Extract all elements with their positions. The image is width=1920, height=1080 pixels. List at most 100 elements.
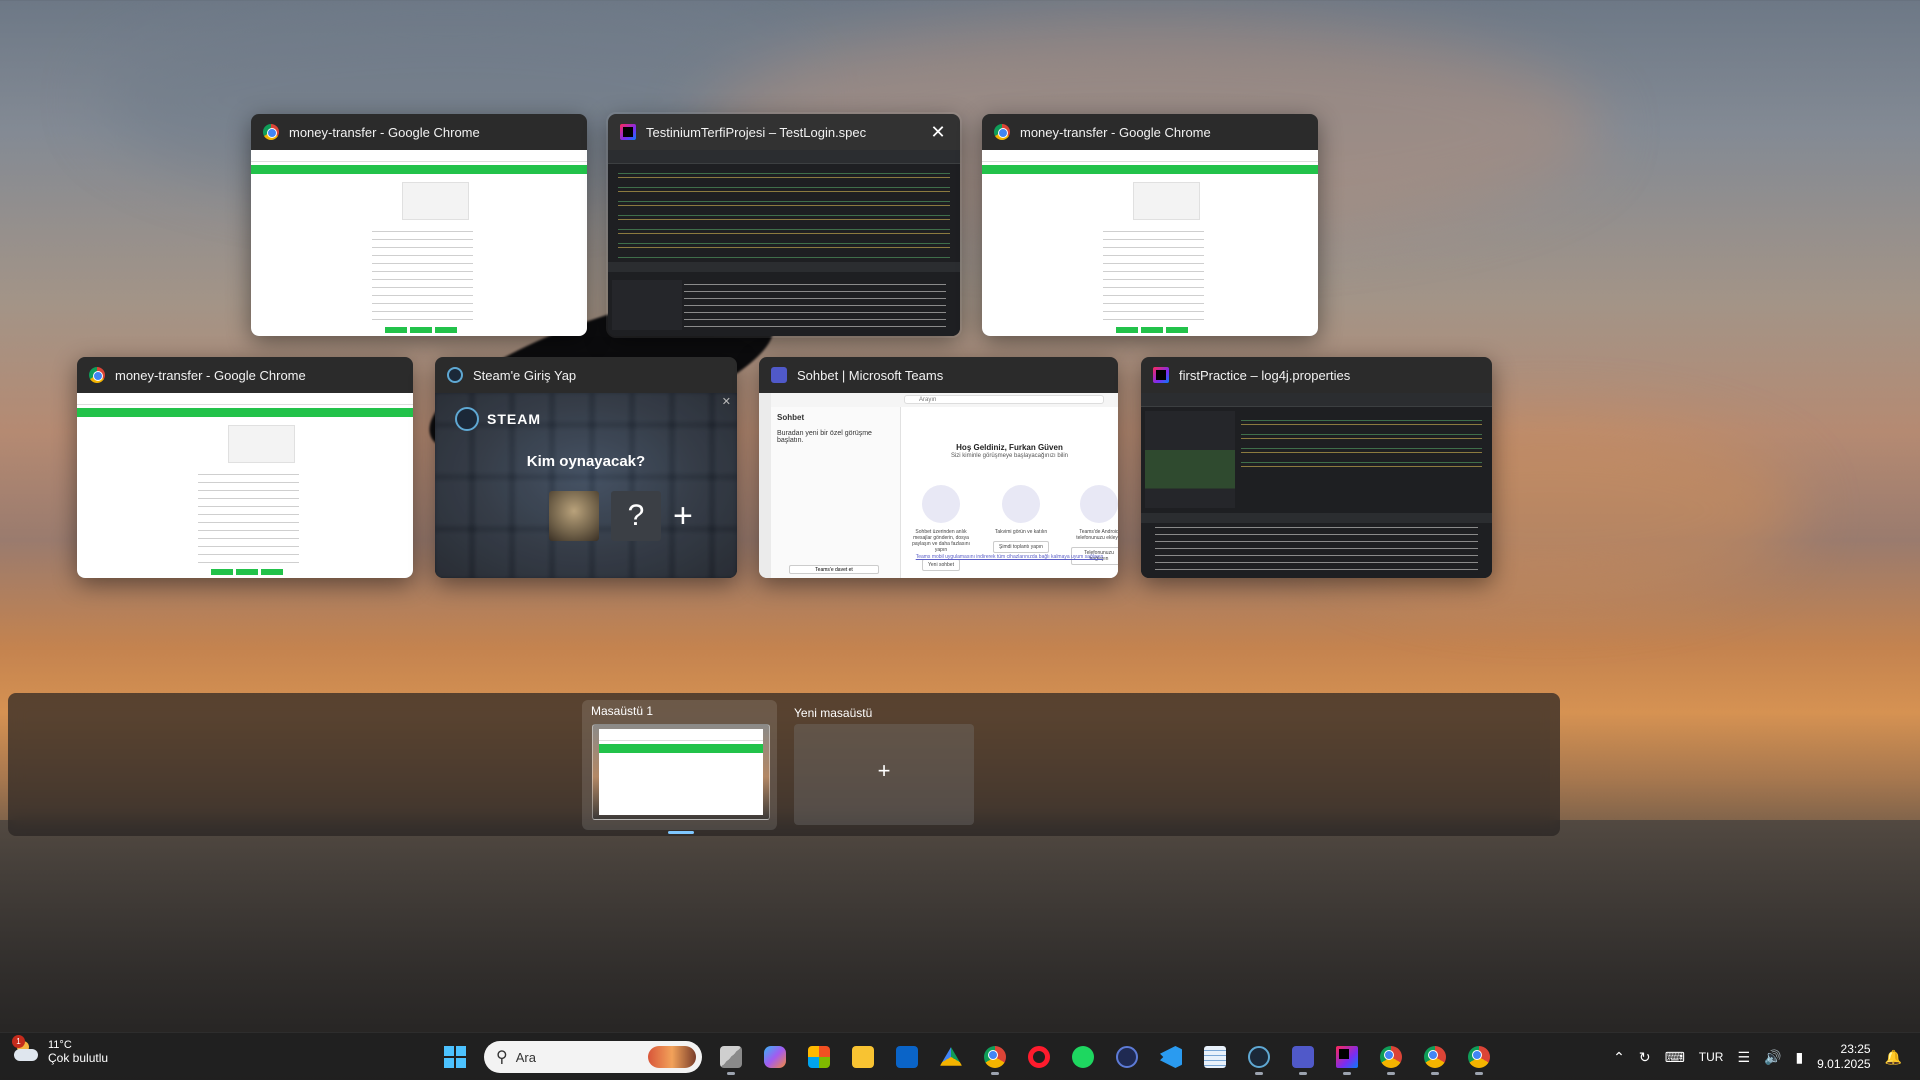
plus-icon: + — [877, 758, 891, 783]
chrome-button[interactable] — [976, 1037, 1014, 1077]
window-titlebar[interactable]: TestiniumTerfiProjesi – TestLogin.spec ✕ — [608, 114, 960, 150]
teams-icon — [1292, 1046, 1314, 1068]
copilot-button[interactable] — [756, 1037, 794, 1077]
window-preview — [77, 393, 413, 578]
chrome-icon — [984, 1046, 1006, 1068]
new-desktop-button[interactable]: Yeni masaüstü + — [794, 706, 974, 825]
opera-button[interactable] — [1020, 1037, 1058, 1077]
chevron-up-icon[interactable]: ⌃ — [1613, 1049, 1625, 1066]
desktop-1-preview — [592, 724, 770, 820]
input-language[interactable]: TUR — [1699, 1050, 1724, 1064]
steam-logo: STEAM — [455, 407, 541, 431]
system-tray: ⌃ ↻ ⌨ TUR ☰ 🔊 ▮ 23:25 9.01.2025 🔔 — [1613, 1033, 1920, 1080]
notepad-icon — [1204, 1046, 1226, 1068]
teams-welcome-sub: Sizi kiminle görüşmeye başlayacağınızı b… — [950, 453, 1069, 459]
chrome-icon — [1468, 1046, 1490, 1068]
chrome-icon — [1380, 1046, 1402, 1068]
clock-date: 9.01.2025 — [1817, 1057, 1871, 1071]
chrome-profile-3-button[interactable] — [1416, 1037, 1454, 1077]
intellij-button[interactable] — [1328, 1037, 1366, 1077]
sync-icon[interactable]: ↻ — [1639, 1049, 1651, 1066]
notification-badge: 1 — [12, 1035, 25, 1048]
taskbar-search[interactable]: ⚲ Ara — [484, 1041, 702, 1073]
folder-icon — [852, 1046, 874, 1068]
unknown-user-tile: ? — [611, 491, 661, 541]
battery-icon[interactable]: ▮ — [1795, 1049, 1803, 1066]
window-steam-login[interactable]: Steam'e Giriş Yap ✕ STEAM Kim oynayacak?… — [435, 357, 737, 578]
teams-search: Arayın — [904, 395, 1104, 404]
teams-button[interactable] — [1284, 1037, 1322, 1077]
search-icon: ⚲ — [496, 1049, 508, 1066]
teams-sidebar-hint: Buradan yeni bir özel görüşme başlatın. — [777, 430, 872, 444]
calendar-illustration — [1002, 485, 1040, 523]
close-icon: ✕ — [721, 396, 731, 408]
desktop-1[interactable]: Masaüstü 1 — [582, 700, 777, 834]
shield-icon — [1116, 1046, 1138, 1068]
file-explorer-button[interactable] — [844, 1037, 882, 1077]
desktop-1-label: Masaüstü 1 — [591, 704, 654, 718]
teams-icon — [771, 367, 787, 383]
window-title: firstPractice – log4j.properties — [1179, 367, 1351, 383]
start-button[interactable] — [436, 1037, 474, 1077]
outlook-icon — [896, 1046, 918, 1068]
window-titlebar[interactable]: Steam'e Giriş Yap — [435, 357, 737, 393]
window-titlebar[interactable]: Sohbet | Microsoft Teams — [759, 357, 1118, 393]
cloudy-weather-icon: 1 — [12, 1035, 40, 1063]
window-preview: ✕ STEAM Kim oynayacak? ? + — [435, 393, 737, 578]
add-account-icon: + — [673, 497, 693, 535]
window-teams[interactable]: Sohbet | Microsoft Teams Arayın Sohbet B… — [759, 357, 1118, 578]
keyboard-icon[interactable]: ⌨ — [1665, 1049, 1685, 1066]
notepad-button[interactable] — [1196, 1037, 1234, 1077]
teams-card-button: Yeni sohbet — [922, 559, 960, 571]
clock-time: 23:25 — [1840, 1042, 1871, 1056]
teams-mobile-link: Teams mobil uygulamasını indirerek tüm c… — [915, 554, 1104, 560]
steam-button[interactable] — [1240, 1037, 1278, 1077]
window-intellij-testinium[interactable]: TestiniumTerfiProjesi – TestLogin.spec ✕ — [606, 112, 962, 338]
phone-illustration — [1080, 485, 1118, 523]
outlook-button[interactable] — [888, 1037, 926, 1077]
window-titlebar[interactable]: firstPractice – log4j.properties — [1141, 357, 1492, 393]
chrome-profile-2-button[interactable] — [1372, 1037, 1410, 1077]
vscode-button[interactable] — [1152, 1037, 1190, 1077]
clock[interactable]: 23:25 9.01.2025 — [1817, 1042, 1870, 1072]
wifi-icon[interactable]: ☰ — [1737, 1049, 1750, 1066]
window-chrome-2[interactable]: money-transfer - Google Chrome — [982, 114, 1318, 336]
google-drive-button[interactable] — [932, 1037, 970, 1077]
window-title: money-transfer - Google Chrome — [289, 124, 480, 140]
spotify-button[interactable] — [1064, 1037, 1102, 1077]
chrome-icon — [1424, 1046, 1446, 1068]
task-view-button[interactable] — [712, 1037, 750, 1077]
store-button[interactable] — [800, 1037, 838, 1077]
weather-widget[interactable]: 1 11°C Çok bulutlu — [12, 1035, 108, 1065]
window-titlebar[interactable]: money-transfer - Google Chrome — [982, 114, 1318, 150]
window-preview — [1141, 393, 1492, 578]
window-titlebar[interactable]: money-transfer - Google Chrome — [77, 357, 413, 393]
chrome-icon — [89, 367, 105, 383]
close-window-button[interactable]: ✕ — [928, 122, 948, 142]
window-preview — [251, 150, 587, 336]
teams-invite: Teams'e davet et — [789, 565, 879, 574]
window-title: Sohbet | Microsoft Teams — [797, 367, 944, 383]
windows-logo-icon — [444, 1046, 466, 1068]
chrome-icon — [263, 124, 279, 140]
steam-icon — [1248, 1046, 1270, 1068]
active-desktop-indicator — [668, 831, 694, 834]
window-intellij-firstpractice[interactable]: firstPractice – log4j.properties — [1141, 357, 1492, 578]
window-preview — [982, 150, 1318, 336]
volume-icon[interactable]: 🔊 — [1764, 1049, 1781, 1066]
steam-icon — [447, 367, 463, 383]
chrome-profile-4-button[interactable] — [1460, 1037, 1498, 1077]
teams-sidebar-title: Sohbet — [777, 413, 805, 422]
intellij-icon — [1336, 1046, 1358, 1068]
who-plays-heading: Kim oynayacak? — [526, 453, 646, 470]
spotify-icon — [1072, 1046, 1094, 1068]
window-chrome-3[interactable]: money-transfer - Google Chrome — [77, 357, 413, 578]
taskbar: 1 11°C Çok bulutlu ⚲ Ara ⌃ ↻ ⌨ TUR ☰ 🔊 ▮… — [0, 1032, 1920, 1080]
window-titlebar[interactable]: money-transfer - Google Chrome — [251, 114, 587, 150]
window-title: money-transfer - Google Chrome — [1020, 124, 1211, 140]
copilot-icon — [764, 1046, 786, 1068]
window-chrome-1[interactable]: money-transfer - Google Chrome — [251, 114, 587, 336]
vpn-button[interactable] — [1108, 1037, 1146, 1077]
teams-card-text: Takvimi görün ve katılın — [994, 529, 1048, 535]
notification-bell-icon[interactable]: 🔔 — [1885, 1049, 1902, 1066]
